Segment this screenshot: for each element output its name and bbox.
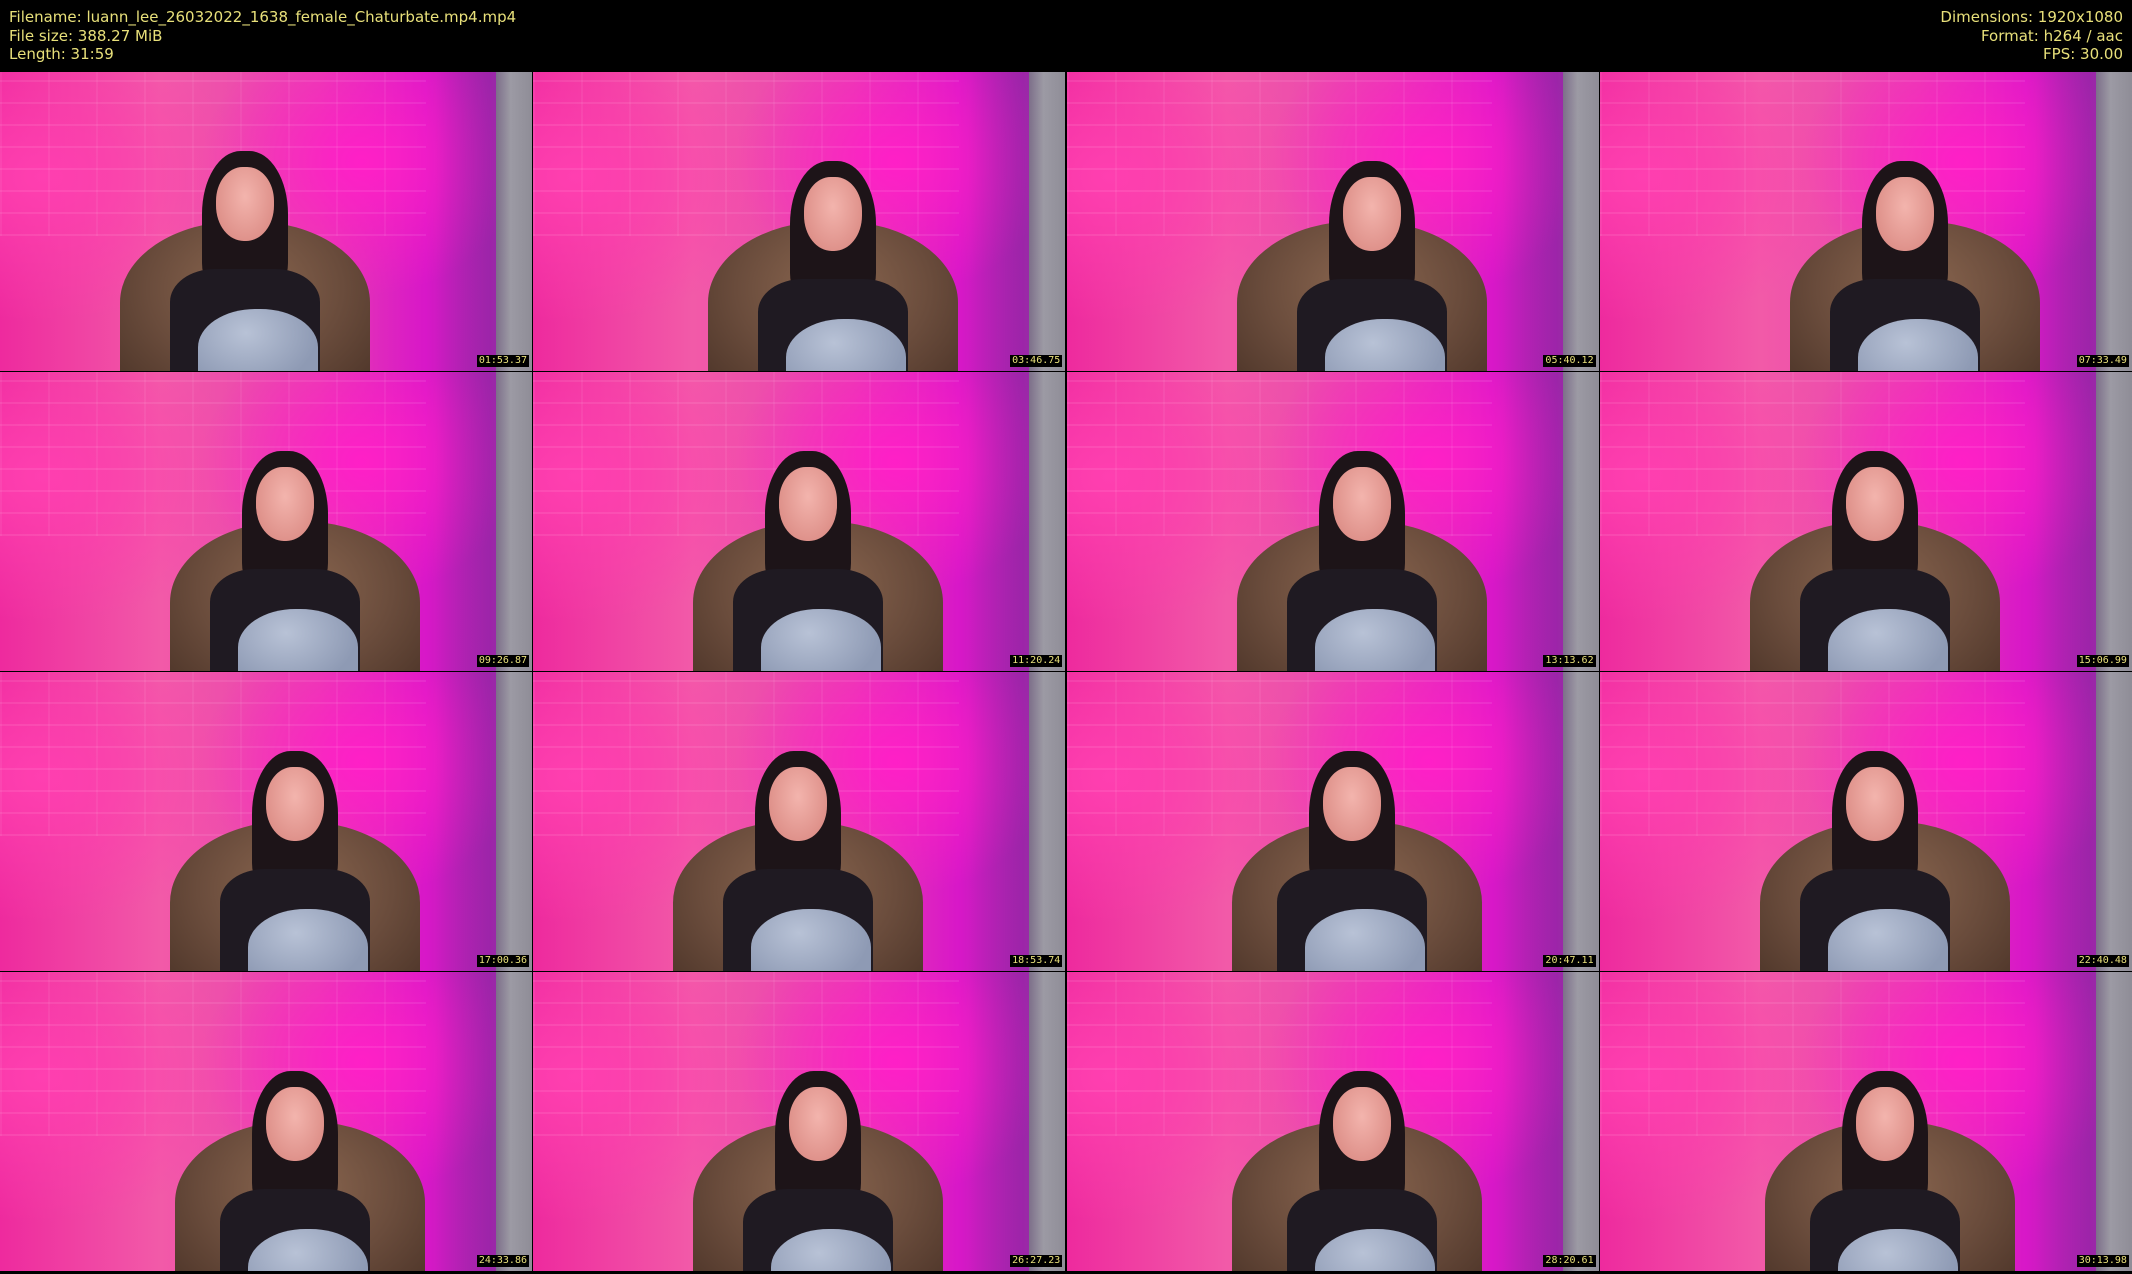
file-info-left: Filename: luann_lee_26032022_1638_female… xyxy=(9,8,516,64)
thumbnail-timestamp: 15:06.99 xyxy=(2076,655,2129,667)
thumbnail-timestamp: 05:40.12 xyxy=(1543,355,1596,367)
thumbnail-timestamp: 03:46.75 xyxy=(1010,355,1063,367)
length-label: Length: 31:59 xyxy=(9,45,114,63)
format-label: Format: h264 / aac xyxy=(1980,26,2123,45)
filename-label: Filename: luann_lee_26032022_1638_female… xyxy=(9,8,517,26)
thumbnail-timestamp: 01:53.37 xyxy=(476,355,529,367)
thumbnail-timestamp: 09:26.87 xyxy=(476,655,529,667)
dimensions-label: Dimensions: 1920x1080 xyxy=(1940,8,2123,26)
thumbnail-timestamp: 22:40.48 xyxy=(2076,955,2129,967)
thumbnail-timestamp: 24:33.86 xyxy=(476,1255,529,1267)
thumbnail-timestamp: 30:13.98 xyxy=(2076,1255,2129,1267)
thumbnail[interactable]: 07:33.49 xyxy=(1599,72,2132,371)
filesize-label: File size: 388.27 MiB xyxy=(9,26,163,45)
thumbnail[interactable]: 26:27.23 xyxy=(533,972,1066,1271)
file-info-right: Dimensions: 1920x1080 Format: h264 / aac… xyxy=(1940,8,2123,64)
thumbnail[interactable]: 15:06.99 xyxy=(1599,372,2132,671)
thumbnail[interactable]: 24:33.86 xyxy=(0,972,532,1271)
thumbnail[interactable]: 05:40.12 xyxy=(1066,72,1599,371)
thumbnail[interactable]: 20:47.11 xyxy=(1066,672,1599,971)
thumbnail-timestamp: 13:13.62 xyxy=(1543,655,1596,667)
thumbnail[interactable]: 13:13.62 xyxy=(1066,372,1599,671)
thumbnail-timestamp: 18:53.74 xyxy=(1010,955,1063,967)
info-header: Filename: luann_lee_26032022_1638_female… xyxy=(0,0,2132,72)
thumbnail[interactable]: 18:53.74 xyxy=(533,672,1066,971)
thumbnail-timestamp: 17:00.36 xyxy=(476,955,529,967)
thumbnail[interactable]: 03:46.75 xyxy=(533,72,1066,371)
thumbnail[interactable]: 22:40.48 xyxy=(1599,672,2132,971)
thumbnail[interactable]: 09:26.87 xyxy=(0,372,532,671)
thumbnail-timestamp: 07:33.49 xyxy=(2076,355,2129,367)
thumbnail[interactable]: 30:13.98 xyxy=(1599,972,2132,1271)
thumbnail[interactable]: 28:20.61 xyxy=(1066,972,1599,1271)
fps-label: FPS: 30.00 xyxy=(2043,45,2123,63)
thumbnail[interactable]: 01:53.37 xyxy=(0,72,532,371)
thumbnail-timestamp: 11:20.24 xyxy=(1010,655,1063,667)
thumbnail-timestamp: 28:20.61 xyxy=(1543,1255,1596,1267)
thumbnail-timestamp: 26:27.23 xyxy=(1010,1255,1063,1267)
thumbnail-grid: 01:53.37 03:46.75 05:40.12 07:33.49 09:2… xyxy=(0,72,2132,1272)
thumbnail[interactable]: 17:00.36 xyxy=(0,672,532,971)
thumbnail-timestamp: 20:47.11 xyxy=(1543,955,1596,967)
thumbnail[interactable]: 11:20.24 xyxy=(533,372,1066,671)
